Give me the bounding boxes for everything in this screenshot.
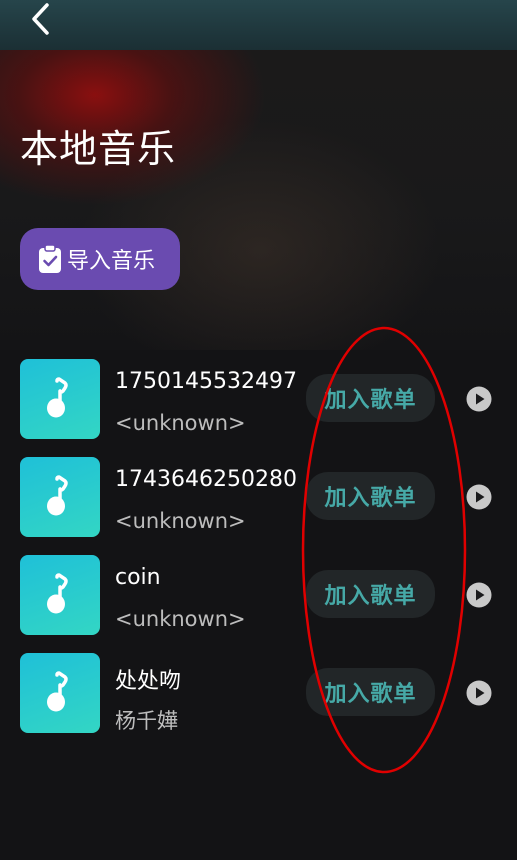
add-to-playlist-label: 加入歌单 [324,682,417,707]
add-to-playlist-button[interactable]: 加入歌单 [306,472,435,520]
add-to-playlist-button[interactable]: 加入歌单 [306,570,435,618]
song-title: 处处吻 [115,669,182,694]
play-icon[interactable] [466,680,492,706]
song-artist: <unknown> [115,509,246,533]
song-artist: <unknown> [115,411,246,435]
top-bar [0,0,517,50]
song-list: 1750145532497 <unknown> 加入歌单 17436462502… [0,352,517,744]
song-cover [20,555,100,635]
play-icon[interactable] [466,484,492,510]
song-title: 1743646250280 [115,467,297,492]
song-artist: <unknown> [115,607,246,631]
music-note-icon [47,671,68,712]
add-to-playlist-button[interactable]: 加入歌单 [306,374,435,422]
add-to-playlist-label: 加入歌单 [324,388,417,413]
song-row[interactable]: 1743646250280 <unknown> 加入歌单 [0,450,517,548]
song-title: 1750145532497 [115,369,297,394]
add-to-playlist-label: 加入歌单 [324,584,417,609]
song-row[interactable]: 1750145532497 <unknown> 加入歌单 [0,352,517,450]
song-cover [20,457,100,537]
clipboard-check-icon [37,244,63,274]
play-icon[interactable] [466,386,492,412]
song-row[interactable]: coin <unknown> 加入歌单 [0,548,517,646]
song-cover [20,359,100,439]
chevron-left-icon [32,3,49,35]
song-row[interactable]: 处处吻 杨千嬅 加入歌单 [0,646,517,744]
back-button[interactable] [22,0,58,38]
music-note-icon [47,573,68,614]
add-to-playlist-button[interactable]: 加入歌单 [306,668,435,716]
import-music-button[interactable]: 导入音乐 [20,228,180,290]
import-music-label: 导入音乐 [67,249,156,274]
screen: 本地音乐 导入音乐 1750145532497 <unknown> 加入歌单 1… [0,0,517,860]
page-title: 本地音乐 [20,127,177,171]
play-icon[interactable] [466,582,492,608]
music-note-icon [47,377,68,418]
add-to-playlist-label: 加入歌单 [324,486,417,511]
song-artist: 杨千嬅 [115,709,178,733]
song-title: coin [115,565,161,590]
music-note-icon [47,475,68,516]
song-cover [20,653,100,733]
hero-background [0,0,517,350]
